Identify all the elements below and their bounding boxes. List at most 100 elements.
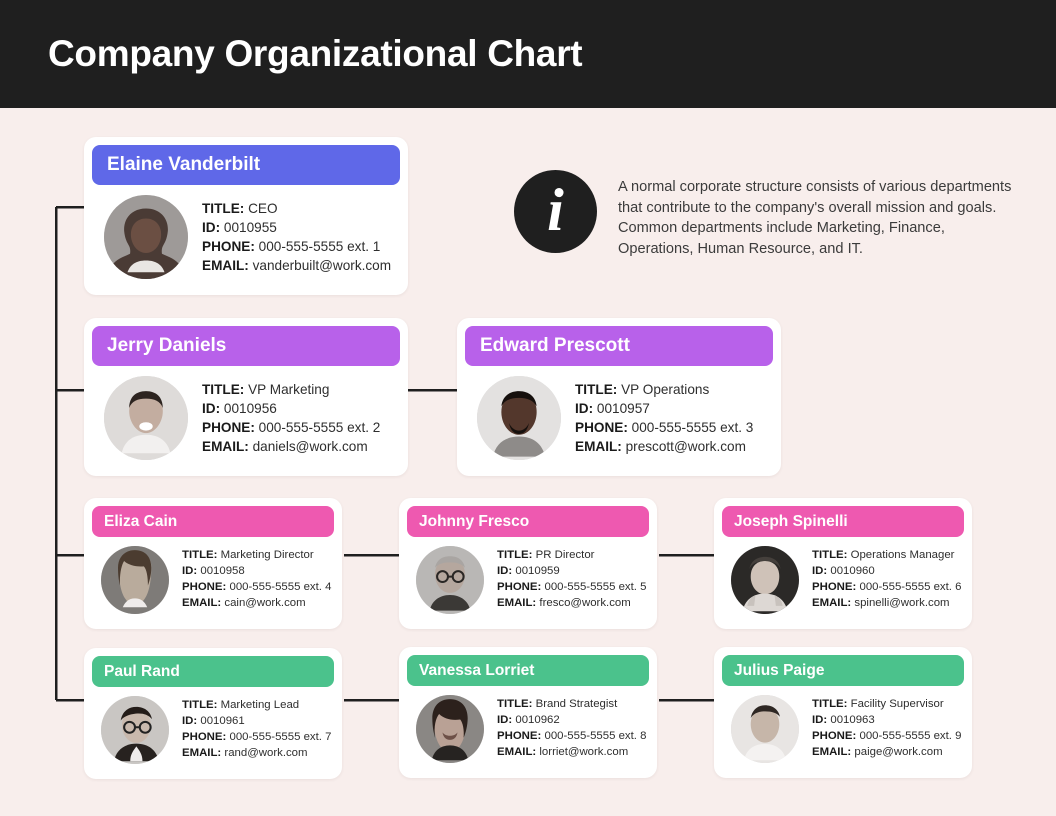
avatar	[101, 546, 169, 614]
card-body: TITLE: CEO ID: 0010955 PHONE: 000-555-55…	[92, 185, 400, 287]
field-value-id: 0010956	[223, 400, 277, 416]
field-label-id: ID:	[575, 400, 594, 416]
person-fields: TITLE: CEO ID: 0010955 PHONE: 000-555-55…	[202, 199, 396, 276]
person-fields: TITLE: Brand Strategist ID: 0010962 PHON…	[497, 697, 646, 761]
field-value-email: fresco@work.com	[539, 596, 631, 609]
field-value-email: rand@work.com	[224, 746, 308, 759]
field-value-phone: 000-555-5555 ext. 7	[229, 731, 332, 743]
field-value-title: Marketing Director	[220, 549, 314, 562]
avatar	[416, 695, 484, 763]
field-value-email: daniels@work.com	[252, 439, 368, 455]
field-phone: PHONE: 000-555-5555 ext. 2	[202, 418, 396, 437]
field-email: EMAIL: fresco@work.com	[497, 596, 646, 612]
person-name: Jerry Daniels	[107, 335, 227, 356]
card-header: Julius Paige	[722, 655, 964, 686]
card-body: TITLE: Operations Manager ID: 0010960 PH…	[722, 537, 964, 621]
person-card-julius-paige[interactable]: Julius Paige TITLE: Facility Supervisor …	[714, 647, 972, 778]
field-value-id: 0010955	[223, 219, 277, 235]
field-value-title: Operations Manager	[850, 549, 955, 562]
field-label-id: ID:	[182, 565, 198, 578]
field-id: ID: 0010960	[812, 564, 961, 580]
field-id: ID: 0010961	[182, 714, 331, 730]
field-value-email: vanderbuilt@work.com	[252, 258, 392, 274]
person-fields: TITLE: Marketing Director ID: 0010958 PH…	[182, 548, 331, 612]
field-id: ID: 0010958	[182, 564, 331, 580]
field-phone: PHONE: 000-555-5555 ext. 9	[812, 729, 961, 745]
field-label-email: EMAIL:	[202, 439, 249, 455]
field-label-phone: PHONE:	[812, 730, 857, 742]
card-header: Joseph Spinelli	[722, 506, 964, 537]
field-label-phone: PHONE:	[812, 581, 857, 593]
person-card-joseph-spinelli[interactable]: Joseph Spinelli TITLE: Operations Manage…	[714, 498, 972, 629]
field-label-email: EMAIL:	[812, 596, 852, 609]
field-phone: PHONE: 000-555-5555 ext. 5	[497, 580, 646, 596]
avatar	[104, 376, 188, 460]
field-value-phone: 000-555-5555 ext. 8	[544, 730, 647, 742]
field-id: ID: 0010956	[202, 399, 396, 418]
person-card-eliza-cain[interactable]: Eliza Cain TITLE: Marketing Director ID:…	[84, 498, 342, 629]
card-body: TITLE: VP Marketing ID: 0010956 PHONE: 0…	[92, 366, 400, 468]
person-card-jerry-daniels[interactable]: Jerry Daniels TITLE: VP Marketing ID: 00…	[84, 318, 408, 476]
field-phone: PHONE: 000-555-5555 ext. 4	[182, 580, 331, 596]
field-value-phone: 000-555-5555 ext. 5	[544, 581, 647, 593]
person-card-vanessa-lorriet[interactable]: Vanessa Lorriet TITLE: Brand Strategist …	[399, 647, 657, 778]
field-label-email: EMAIL:	[182, 746, 222, 759]
field-title: TITLE: Facility Supervisor	[812, 697, 961, 713]
field-email: EMAIL: prescott@work.com	[575, 437, 769, 456]
avatar	[731, 546, 799, 614]
card-header: Vanessa Lorriet	[407, 655, 649, 686]
field-value-title: VP Operations	[621, 381, 710, 397]
field-value-id: 0010959	[515, 565, 560, 578]
person-card-edward-prescott[interactable]: Edward Prescott TITLE: VP Operations ID:…	[457, 318, 781, 476]
person-card-elaine-vanderbilt[interactable]: Elaine Vanderbilt TITLE: CEO ID: 0010955…	[84, 137, 408, 295]
page-title: Company Organizational Chart	[48, 33, 583, 74]
field-email: EMAIL: lorriet@work.com	[497, 745, 646, 761]
field-label-id: ID:	[497, 565, 513, 578]
field-phone: PHONE: 000-555-5555 ext. 6	[812, 580, 961, 596]
person-name: Johnny Fresco	[419, 512, 530, 530]
field-value-email: spinelli@work.com	[854, 596, 950, 609]
person-card-paul-rand[interactable]: Paul Rand TITLE: Marketing Lead ID: 0010…	[84, 648, 342, 779]
field-label-phone: PHONE:	[202, 239, 255, 254]
card-body: TITLE: Marketing Lead ID: 0010961 PHONE:…	[92, 687, 334, 771]
field-title: TITLE: Marketing Lead	[182, 698, 331, 714]
info-icon-glyph: i	[547, 176, 564, 243]
field-value-title: CEO	[248, 200, 278, 216]
field-title: TITLE: VP Operations	[575, 380, 769, 399]
field-id: ID: 0010957	[575, 399, 769, 418]
card-header: Johnny Fresco	[407, 506, 649, 537]
field-phone: PHONE: 000-555-5555 ext. 7	[182, 730, 331, 746]
page-header: Company Organizational Chart	[0, 0, 1056, 108]
field-label-title: TITLE:	[182, 549, 218, 562]
field-label-phone: PHONE:	[497, 581, 542, 593]
person-name: Vanessa Lorriet	[419, 661, 535, 679]
field-title: TITLE: Marketing Director	[182, 548, 331, 564]
card-header: Edward Prescott	[465, 326, 773, 366]
field-phone: PHONE: 000-555-5555 ext. 8	[497, 729, 646, 745]
avatar	[416, 546, 484, 614]
field-label-email: EMAIL:	[812, 745, 852, 758]
field-label-phone: PHONE:	[182, 731, 227, 743]
field-label-title: TITLE:	[812, 698, 848, 711]
field-title: TITLE: VP Marketing	[202, 380, 396, 399]
info-circle-icon: i	[514, 170, 597, 253]
field-label-phone: PHONE:	[575, 420, 628, 435]
field-value-phone: 000-555-5555 ext. 3	[631, 420, 754, 435]
field-value-phone: 000-555-5555 ext. 4	[229, 581, 332, 593]
field-label-title: TITLE:	[575, 381, 618, 397]
field-value-id: 0010961	[200, 715, 245, 728]
field-label-email: EMAIL:	[182, 596, 222, 609]
field-value-id: 0010958	[200, 565, 245, 578]
field-id: ID: 0010963	[812, 713, 961, 729]
field-label-phone: PHONE:	[182, 581, 227, 593]
field-label-title: TITLE:	[182, 699, 218, 712]
card-body: TITLE: PR Director ID: 0010959 PHONE: 00…	[407, 537, 649, 621]
field-label-email: EMAIL:	[575, 439, 622, 455]
field-value-email: prescott@work.com	[625, 439, 746, 455]
field-title: TITLE: PR Director	[497, 548, 646, 564]
field-label-phone: PHONE:	[497, 730, 542, 742]
field-id: ID: 0010962	[497, 713, 646, 729]
person-name: Edward Prescott	[480, 335, 630, 356]
field-value-title: PR Director	[535, 549, 595, 562]
person-card-johnny-fresco[interactable]: Johnny Fresco TITLE: PR Director ID: 001…	[399, 498, 657, 629]
